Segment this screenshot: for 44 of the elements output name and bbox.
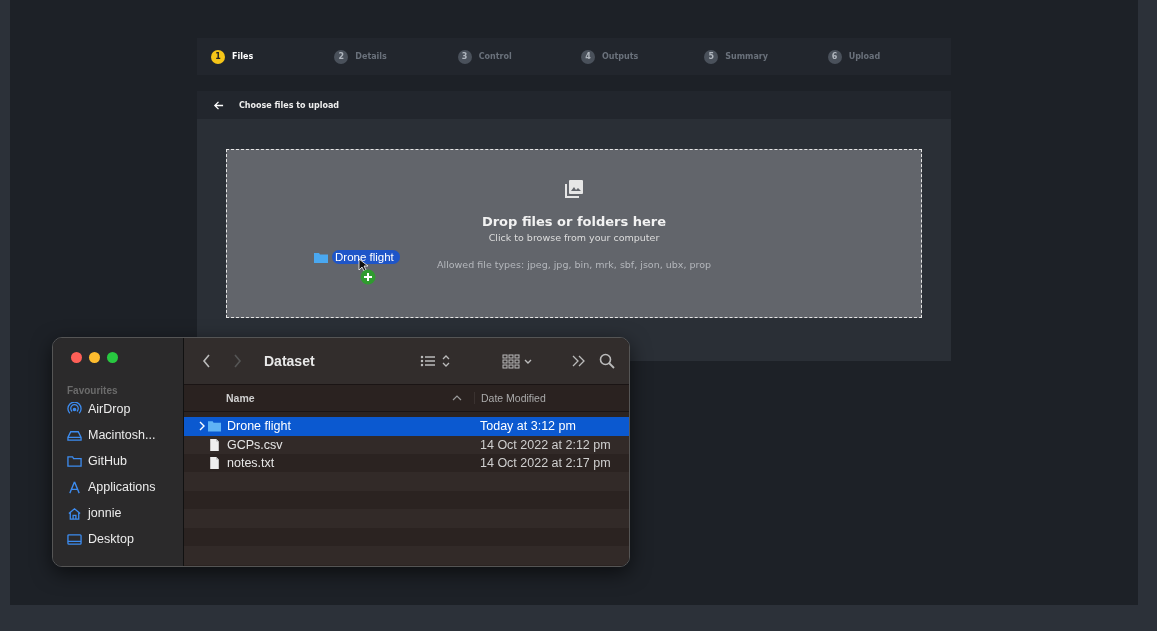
- images-icon: [564, 179, 584, 199]
- sidebar-item[interactable]: Applications: [67, 474, 183, 500]
- drag-item-label: Drone flight: [332, 250, 400, 264]
- card-title: Choose files to upload: [239, 100, 340, 110]
- column-header[interactable]: Name: [226, 392, 452, 404]
- close-button[interactable]: [71, 352, 82, 363]
- apps-icon: [67, 479, 82, 495]
- plus-badge-icon: [360, 269, 376, 285]
- sidebar-heading: Favourites: [67, 385, 119, 396]
- sidebar-item[interactable]: Macintosh...: [67, 422, 183, 448]
- window-title: Dataset: [264, 353, 316, 369]
- step-tab[interactable]: 6 Upload: [827, 49, 951, 64]
- airdrop-icon: [67, 401, 82, 417]
- search-icon[interactable]: [599, 353, 615, 369]
- folder-icon: [67, 453, 82, 469]
- sidebar-item[interactable]: Desktop: [67, 526, 183, 552]
- zoom-button[interactable]: [107, 352, 118, 363]
- drop-title: Drop files or folders here: [481, 214, 667, 229]
- back-icon[interactable]: [202, 353, 212, 369]
- step-tab[interactable]: 3 Control: [457, 49, 581, 64]
- folder-icon: [314, 251, 328, 263]
- minimize-button[interactable]: [89, 352, 100, 363]
- desktop-icon: [67, 531, 82, 547]
- folder-icon: [208, 420, 221, 433]
- step-tab[interactable]: 2 Details: [334, 49, 458, 64]
- column-header[interactable]: Date Modified: [474, 392, 546, 404]
- more-icon[interactable]: [571, 353, 587, 369]
- back-arrow-icon[interactable]: [213, 99, 224, 111]
- sidebar-item[interactable]: GitHub: [67, 448, 183, 474]
- sidebar-item[interactable]: jonnie: [67, 500, 183, 526]
- expand-chevron-icon[interactable]: [199, 421, 205, 432]
- sidebar-item[interactable]: AirDrop: [67, 396, 183, 422]
- file-row[interactable]: GCPs.csv 14 Oct 2022 at 2:12 pm: [184, 435, 629, 454]
- document-icon: [208, 457, 221, 470]
- step-tab[interactable]: 5 Summary: [704, 49, 828, 64]
- drop-subtitle: Click to browse from your computer: [488, 232, 660, 243]
- allowed-types-text: Allowed file types: jpeg, jpg, bin, mrk, sbf, json, ubx, prop: [437, 259, 711, 270]
- step-tab[interactable]: 4 Outputs: [581, 49, 705, 64]
- file-row[interactable]: notes.txt 14 Oct 2022 at 2:17 pm: [184, 454, 629, 473]
- file-row[interactable]: Drone flight Today at 3:12 pm: [184, 417, 629, 436]
- sort-caret-icon: [452, 395, 462, 401]
- home-icon: [67, 505, 82, 521]
- step-tab[interactable]: 1 Files: [211, 49, 335, 64]
- document-icon: [208, 438, 221, 451]
